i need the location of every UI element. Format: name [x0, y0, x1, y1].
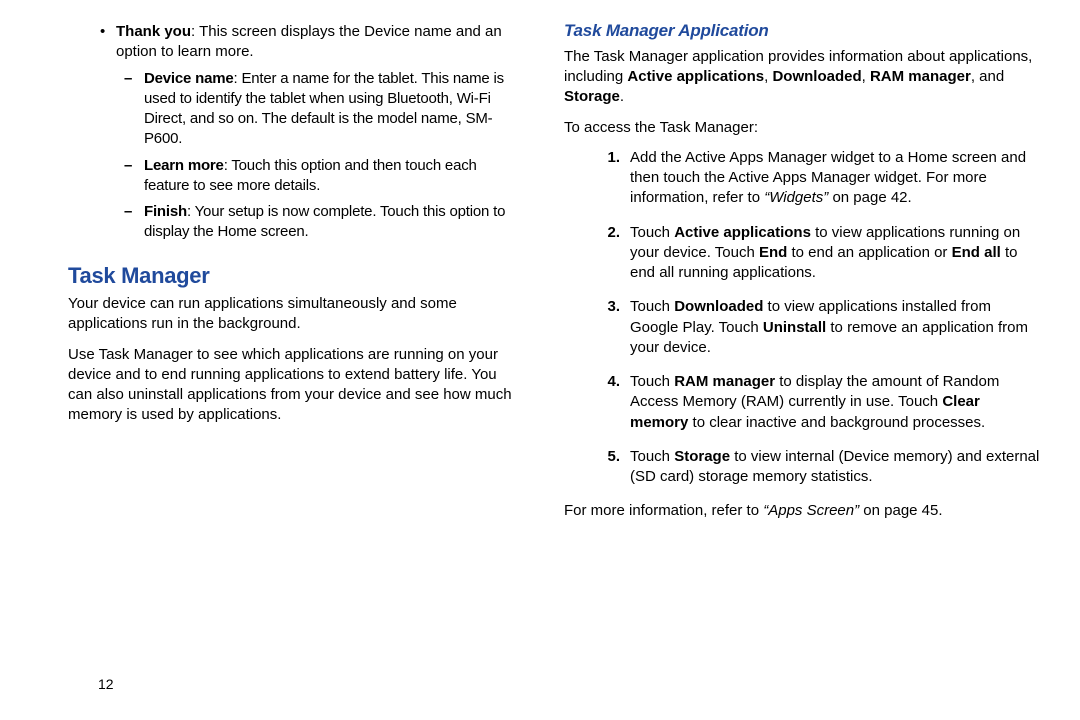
n1-text-post: on page 42. [828, 189, 911, 206]
dash-icon: – [124, 156, 144, 197]
list-number: 5. [590, 447, 630, 488]
intro-sep2: , [862, 68, 870, 85]
intro-bold-storage: Storage [564, 88, 620, 105]
n5-pre: Touch [630, 448, 674, 465]
intro-bold-downloaded: Downloaded [772, 68, 861, 85]
learn-more-item: – Learn more: Touch this option and then… [40, 156, 516, 197]
n4-bold-ram: RAM manager [674, 373, 775, 390]
n2-text-pre: Touch [630, 224, 674, 241]
numbered-list: 1. Add the Active Apps Manager widget to… [590, 148, 1040, 488]
list-number: 2. [590, 223, 630, 284]
n3-pre: Touch [630, 298, 674, 315]
task-manager-para1: Your device can run applications simulta… [68, 294, 516, 335]
list-item-1: 1. Add the Active Apps Manager widget to… [590, 148, 1040, 209]
n3-bold-uninstall: Uninstall [763, 319, 826, 336]
tm-app-intro: The Task Manager application provides in… [564, 47, 1040, 108]
n1-italic-widgets: “Widgets” [764, 189, 828, 206]
n4-pre: Touch [630, 373, 674, 390]
thank-you-bullet: • Thank you: This screen displays the De… [40, 22, 516, 63]
list-item-5: 5. Touch Storage to view internal (Devic… [590, 447, 1040, 488]
footer-pre: For more information, refer to [564, 502, 763, 519]
access-line: To access the Task Manager: [564, 118, 1040, 138]
intro-sep3: , and [971, 68, 1004, 85]
intro-bold-active: Active applications [627, 68, 764, 85]
list-number: 3. [590, 297, 630, 358]
learn-more-label: Learn more [144, 157, 224, 174]
page-container: • Thank you: This screen displays the De… [0, 0, 1080, 720]
n3-bold-downloaded: Downloaded [674, 298, 763, 315]
page-number: 12 [98, 676, 114, 692]
n2-bold-end: End [759, 244, 787, 261]
finish-text: : Your setup is now complete. Touch this… [144, 203, 505, 240]
dash-icon: – [124, 69, 144, 150]
list-item-3: 3. Touch Downloaded to view applications… [590, 297, 1040, 358]
footer-italic-apps-screen: “Apps Screen” [763, 502, 859, 519]
subsection-heading-task-manager-application: Task Manager Application [564, 20, 1040, 43]
n2-bold-active: Active applications [674, 224, 811, 241]
section-heading-task-manager: Task Manager [68, 261, 516, 291]
thank-you-label: Thank you [116, 23, 191, 40]
n5-bold-storage: Storage [674, 448, 730, 465]
task-manager-para2: Use Task Manager to see which applicatio… [68, 345, 516, 426]
n2-mid2: to end an application or [787, 244, 951, 261]
bullet-icon: • [100, 22, 116, 63]
footer-post: on page 45. [859, 502, 942, 519]
finish-item: – Finish: Your setup is now complete. To… [40, 202, 516, 243]
list-item-4: 4. Touch RAM manager to display the amou… [590, 372, 1040, 433]
dash-icon: – [124, 202, 144, 243]
footer-reference: For more information, refer to “Apps Scr… [564, 501, 1040, 521]
device-name-item: – Device name: Enter a name for the tabl… [40, 69, 516, 150]
right-column: Task Manager Application The Task Manage… [540, 20, 1040, 710]
finish-label: Finish [144, 203, 187, 220]
list-number: 1. [590, 148, 630, 209]
n2-bold-endall: End all [952, 244, 1001, 261]
n4-post: to clear inactive and background process… [688, 414, 985, 431]
intro-bold-ram: RAM manager [870, 68, 971, 85]
list-item-2: 2. Touch Active applications to view app… [590, 223, 1040, 284]
intro-sep4: . [620, 88, 624, 105]
left-column: • Thank you: This screen displays the De… [40, 20, 540, 710]
list-number: 4. [590, 372, 630, 433]
device-name-label: Device name [144, 70, 234, 87]
